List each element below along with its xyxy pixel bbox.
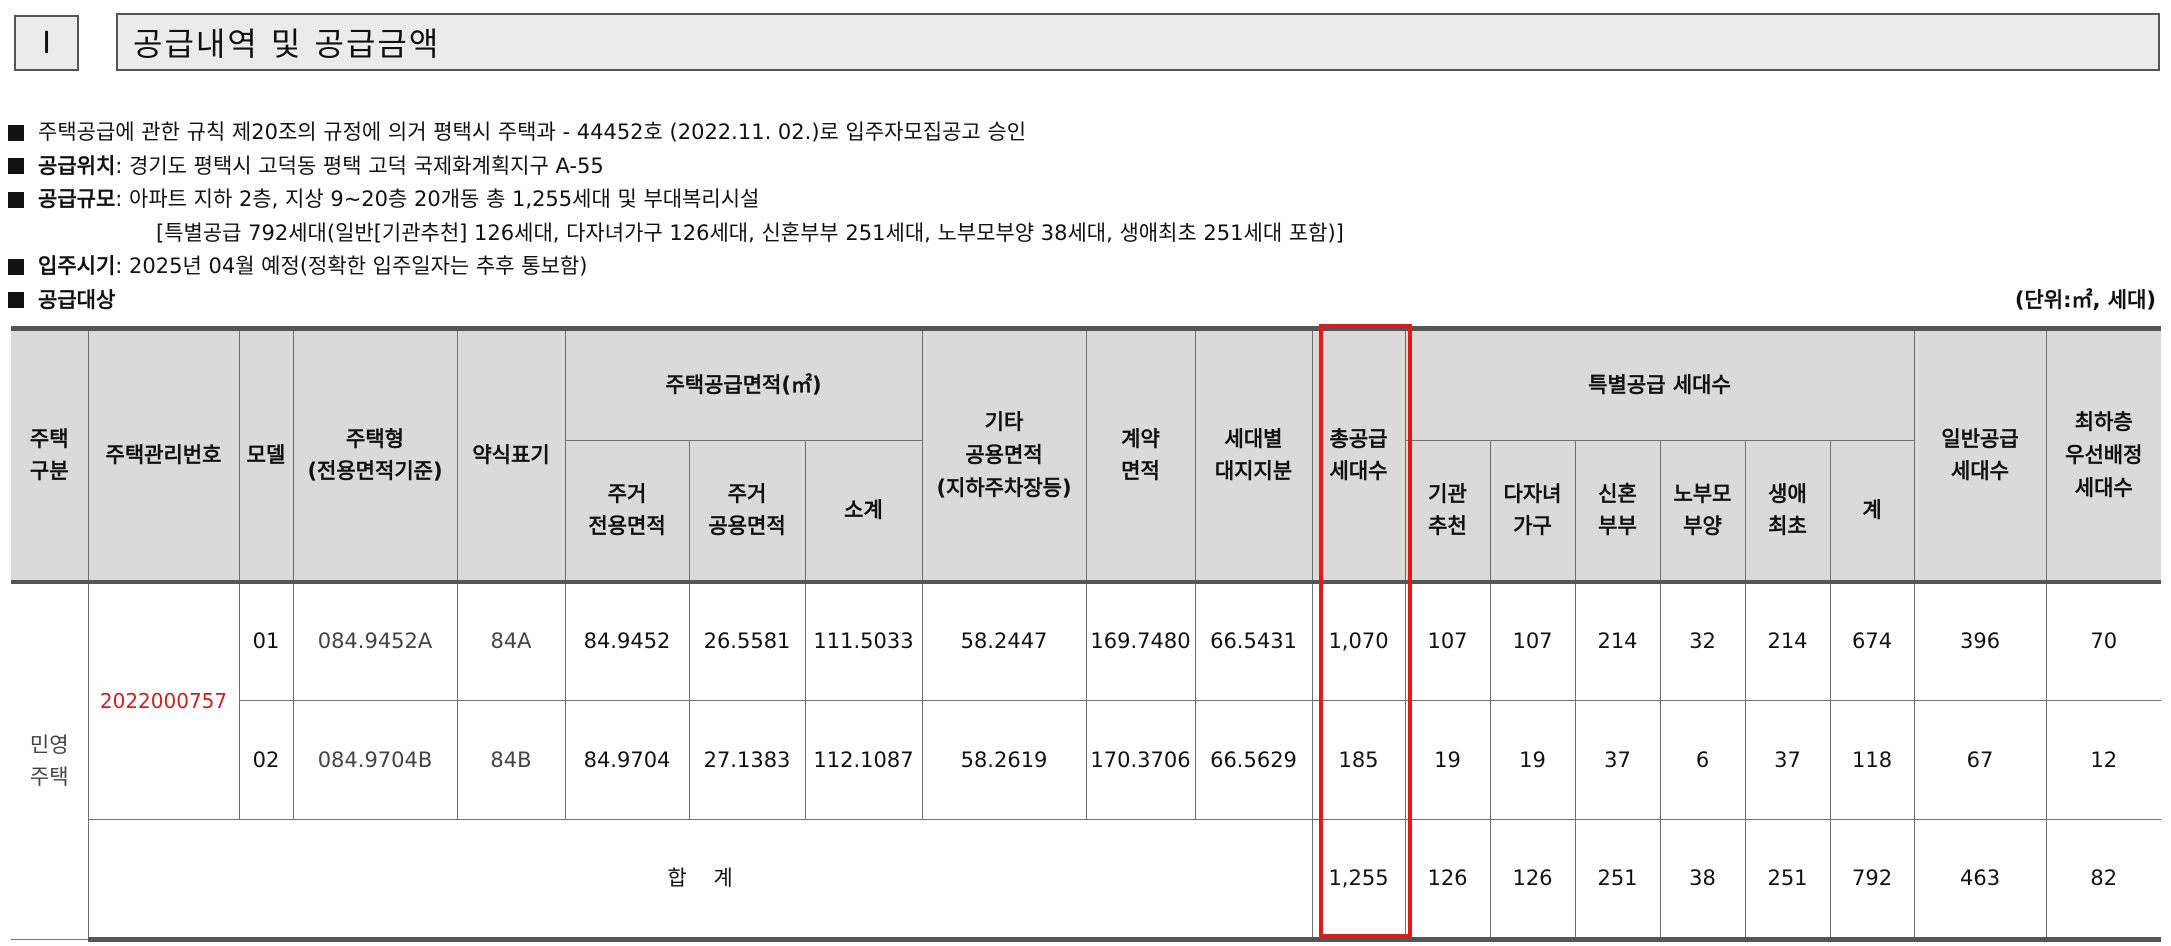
header-agency: 기관 추천 bbox=[1404, 440, 1491, 582]
elderly-sum-cell: 38 bbox=[1659, 819, 1746, 942]
header-contract-area: 계약 면적 bbox=[1085, 326, 1196, 582]
header-management-no: 주택관리번호 bbox=[87, 326, 240, 582]
special-total-sum-cell: 792 bbox=[1829, 819, 1915, 942]
newlywed-sum-cell: 251 bbox=[1574, 819, 1661, 942]
location-value: : 경기도 평택시 고덕동 평택 고덕 국제화계획지구 A-55 bbox=[115, 153, 604, 178]
movein-value: : 2025년 04월 예정(정확한 입주일자는 추후 통보함) bbox=[115, 254, 588, 278]
info-scale-line: 공급규모 : 아파트 지하 2층, 지상 9~20층 20개동 총 1,255세… bbox=[8, 183, 2158, 217]
other-common-cell: 58.2447 bbox=[921, 579, 1087, 701]
total-supply-cell: 1,070 bbox=[1311, 579, 1406, 701]
supply-table-wrapper: 주택 구분 주택관리번호 모델 주택형 (전용면적기준) 약식표기 주택공급면적… bbox=[11, 324, 2162, 942]
header-multi-child: 다자녀 가구 bbox=[1489, 440, 1576, 582]
scale-detail: [특별공급 792세대(일반[기관추천] 126세대, 다자녀가구 126세대,… bbox=[156, 220, 1344, 245]
agency-sum-cell: 126 bbox=[1404, 819, 1491, 942]
info-block: 주택공급에 관한 규칙 제20조의 규정에 의거 평택시 주택과 - 44452… bbox=[8, 116, 2158, 317]
management-no-cell: 2022000757 bbox=[87, 579, 240, 820]
header-special-group: 특별공급 세대수 bbox=[1404, 326, 1915, 441]
exclusive-area-cell: 84.9704 bbox=[564, 700, 690, 820]
header-exclusive-area: 주거 전용면적 bbox=[565, 440, 690, 582]
info-movein-line: 입주시기 : 2025년 04월 예정(정확한 입주일자는 추후 통보함) bbox=[8, 250, 2158, 284]
total-supply-cell: 185 bbox=[1311, 700, 1406, 820]
target-label: 공급대상 bbox=[38, 287, 116, 312]
header-subtotal: 소계 bbox=[804, 440, 923, 582]
scale-value: : 아파트 지하 2층, 지상 9~20층 20개동 총 1,255세대 및 부… bbox=[115, 187, 760, 211]
common-area-cell: 26.5581 bbox=[688, 579, 806, 701]
first-time-cell: 214 bbox=[1744, 579, 1831, 701]
general-supply-cell: 396 bbox=[1913, 579, 2047, 701]
elderly-cell: 6 bbox=[1659, 700, 1746, 820]
abbrev-cell: 84A bbox=[456, 579, 566, 701]
table-total-row: 합 계 1,255 126 126 251 38 251 792 463 82 bbox=[11, 819, 2162, 942]
square-bullet-icon bbox=[8, 158, 24, 175]
header-model: 모델 bbox=[238, 326, 294, 582]
newlywed-cell: 214 bbox=[1574, 579, 1661, 701]
header-first-time: 생애 최초 bbox=[1744, 440, 1831, 582]
house-type-cell: 084.9704B bbox=[292, 700, 458, 820]
header-total-supply: 총공급 세대수 bbox=[1311, 326, 1406, 582]
square-bullet-icon bbox=[8, 292, 24, 309]
first-time-cell: 37 bbox=[1744, 700, 1831, 820]
section-number: Ⅰ bbox=[14, 15, 79, 71]
scale-label: 공급규모 bbox=[38, 187, 116, 211]
first-time-sum-cell: 251 bbox=[1744, 819, 1831, 942]
contract-area-cell: 170.3706 bbox=[1085, 700, 1196, 820]
multi-child-cell: 19 bbox=[1489, 700, 1576, 820]
header-supply-area-group: 주택공급면적(㎡) bbox=[564, 326, 923, 441]
info-scale-detail-line: [특별공급 792세대(일반[기관추천] 126세대, 다자녀가구 126세대,… bbox=[8, 217, 2158, 251]
info-approval-line: 주택공급에 관한 규칙 제20조의 규정에 의거 평택시 주택과 - 44452… bbox=[8, 116, 2158, 150]
housing-category-cell: 민영 주택 bbox=[11, 579, 89, 940]
header-house-type: 주택형 (전용면적기준) bbox=[292, 326, 458, 582]
land-share-cell: 66.5431 bbox=[1194, 579, 1313, 701]
special-total-cell: 674 bbox=[1829, 579, 1915, 701]
abbrev-cell: 84B bbox=[456, 700, 566, 820]
header-other-common: 기타 공용면적 (지하주차장등) bbox=[921, 326, 1087, 582]
exclusive-area-cell: 84.9452 bbox=[564, 579, 690, 701]
newlywed-cell: 37 bbox=[1574, 700, 1661, 820]
elderly-cell: 32 bbox=[1659, 579, 1746, 701]
movein-label: 입주시기 bbox=[38, 254, 116, 278]
special-total-cell: 118 bbox=[1829, 700, 1915, 820]
header-common-area: 주거 공용면적 bbox=[688, 440, 806, 582]
agency-cell: 107 bbox=[1404, 579, 1491, 701]
lowest-floor-sum-cell: 82 bbox=[2045, 819, 2162, 942]
model-cell: 01 bbox=[238, 579, 294, 701]
info-location-line: 공급위치 : 경기도 평택시 고덕동 평택 고덕 국제화계획지구 A-55 bbox=[8, 150, 2158, 184]
general-supply-cell: 67 bbox=[1913, 700, 2047, 820]
total-label-cell: 합 계 bbox=[88, 819, 1313, 942]
common-area-cell: 27.1383 bbox=[688, 700, 806, 820]
model-cell: 02 bbox=[239, 700, 294, 820]
location-label: 공급위치 bbox=[38, 153, 116, 178]
header-housing-category: 주택 구분 bbox=[11, 326, 89, 582]
multi-child-sum-cell: 126 bbox=[1489, 819, 1576, 942]
header-lowest-floor: 최하층 우선배정 세대수 bbox=[2045, 326, 2162, 582]
subtotal-cell: 112.1087 bbox=[804, 700, 923, 820]
header-land-share: 세대별 대지지분 bbox=[1194, 326, 1313, 582]
other-common-cell: 58.2619 bbox=[921, 700, 1087, 820]
subtotal-cell: 111.5033 bbox=[804, 579, 923, 701]
header-abbrev: 약식표기 bbox=[456, 326, 566, 582]
square-bullet-icon bbox=[8, 124, 24, 141]
square-bullet-icon bbox=[8, 258, 24, 275]
supply-table: 주택 구분 주택관리번호 모델 주택형 (전용면적기준) 약식표기 주택공급면적… bbox=[11, 326, 2162, 942]
lowest-floor-cell: 12 bbox=[2045, 700, 2162, 820]
header-special-total: 계 bbox=[1829, 440, 1915, 582]
table-row: 민영 주택 2022000757 01 084.9452A 84A 84.945… bbox=[11, 579, 2162, 940]
general-supply-sum-cell: 463 bbox=[1913, 819, 2047, 942]
header-general-supply: 일반공급 세대수 bbox=[1913, 326, 2047, 582]
header-newlywed: 신혼 부부 bbox=[1574, 440, 1661, 582]
unit-note: (단위:㎡, 세대) bbox=[2014, 287, 2156, 312]
lowest-floor-cell: 70 bbox=[2045, 579, 2162, 701]
section-title: 공급내역 및 공급금액 bbox=[116, 13, 2160, 71]
total-supply-sum-cell: 1,255 bbox=[1311, 819, 1406, 942]
square-bullet-icon bbox=[8, 191, 24, 208]
multi-child-cell: 107 bbox=[1489, 579, 1576, 701]
house-type-cell: 084.9452A bbox=[292, 579, 458, 701]
approval-text: 주택공급에 관한 규칙 제20조의 규정에 의거 평택시 주택과 - 44452… bbox=[38, 120, 1027, 144]
header-elderly-parent: 노부모 부양 bbox=[1659, 440, 1746, 582]
agency-cell: 19 bbox=[1404, 700, 1491, 820]
table-row: 02 084.9704B 84B 84.9704 27.1383 112.108… bbox=[11, 700, 2162, 820]
land-share-cell: 66.5629 bbox=[1194, 700, 1313, 820]
info-target-line: 공급대상 (단위:㎡, 세대) bbox=[8, 284, 2158, 318]
contract-area-cell: 169.7480 bbox=[1085, 579, 1196, 701]
